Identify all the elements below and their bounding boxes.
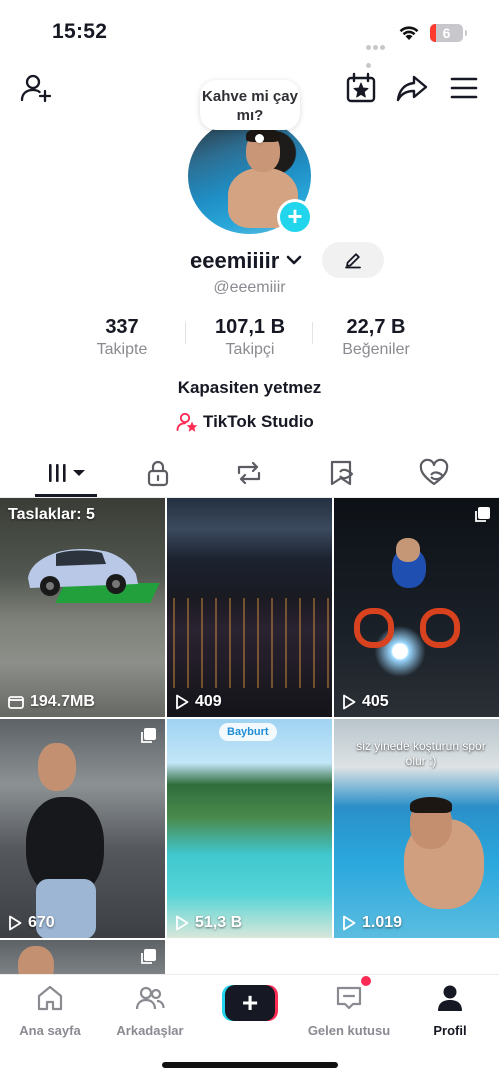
note-bubble-tail (255, 134, 264, 143)
studio-icon (176, 412, 198, 432)
battery-tip (465, 30, 467, 36)
tile-image-detail (396, 538, 420, 562)
nav-label: Arkadaşlar (116, 1023, 184, 1038)
stat-value: 337 (105, 316, 139, 338)
tile-stat: 1.019 (342, 914, 402, 932)
tile-stat: 405 (342, 693, 389, 711)
lock-icon[interactable] (142, 458, 174, 488)
play-icon (176, 915, 189, 931)
tile-image-detail (354, 608, 394, 648)
videos-grid-icon[interactable] (46, 458, 88, 488)
add-story-button[interactable]: + (277, 199, 313, 235)
calendar-icon[interactable] (345, 72, 377, 104)
nav-inbox[interactable]: Gelen kutusu (304, 983, 394, 1038)
battery-icon: 6 (430, 24, 463, 42)
play-icon (343, 694, 356, 710)
profile-tabs (0, 450, 499, 498)
tile-stat: 51,3 B (175, 914, 242, 932)
video-tile[interactable]: 670 (0, 719, 165, 938)
active-tab-indicator (35, 494, 97, 497)
chevron-down-icon[interactable] (285, 253, 303, 267)
tile-image-detail (18, 946, 54, 974)
tile-caption: siz yinede koşturun spor olur :) (356, 739, 486, 768)
nav-friends[interactable]: Arkadaşlar (110, 983, 190, 1038)
create-button[interactable]: + (222, 985, 278, 1021)
tile-image-detail (420, 608, 460, 648)
stat-following[interactable]: 337 Takipte (72, 316, 172, 359)
edit-profile-button[interactable] (322, 242, 384, 278)
status-time: 15:52 (52, 20, 108, 43)
stat-value: 22,7 B (346, 316, 406, 338)
saved-icon[interactable] (326, 458, 358, 488)
video-tile[interactable]: 405 (334, 498, 499, 717)
stat-divider (185, 322, 186, 344)
nav-label: Ana sayfa (19, 1023, 81, 1038)
nav-home[interactable]: Ana sayfa (14, 983, 86, 1038)
username[interactable]: eeemiiiir (190, 248, 279, 274)
bio: Kapasiten yetmez (177, 378, 322, 397)
video-tile[interactable]: Bayburt 51,3 B (167, 719, 332, 938)
video-tile[interactable] (0, 940, 165, 974)
battery-level: 6 (442, 25, 451, 41)
friends-icon (135, 986, 165, 1010)
carousel-icon (141, 949, 156, 964)
status-bar: 15:52 6 (0, 0, 499, 68)
nav-label: Gelen kutusu (307, 1023, 391, 1038)
notification-dot (361, 976, 371, 986)
add-user-icon[interactable] (20, 72, 52, 104)
tile-image-detail (38, 743, 76, 791)
stat-label: Takipçi (225, 341, 275, 358)
profile-icon (438, 985, 462, 1011)
video-tile[interactable]: siz yinede koşturun spor olur :) 1.019 (334, 719, 499, 938)
video-tile[interactable]: 409 (167, 498, 332, 717)
tile-stat-value: 670 (28, 914, 55, 931)
carousel-icon (141, 728, 156, 743)
user-handle: @eeemiiir (213, 279, 286, 296)
play-icon (9, 915, 22, 931)
tile-stat-value: 409 (195, 693, 222, 710)
tile-stat-value: 405 (362, 693, 389, 710)
home-icon (37, 985, 63, 1011)
stat-value: 107,1 B (214, 316, 286, 338)
nav-label: Profil (433, 1023, 467, 1038)
folder-icon (8, 696, 24, 709)
tile-stat-value: 51,3 B (195, 914, 243, 931)
drafts-tile[interactable]: Taslaklar: 5 194.7MB (0, 498, 165, 717)
wifi-icon (399, 26, 419, 40)
drafts-label: Taslaklar: 5 (8, 506, 95, 523)
inbox-icon (336, 986, 362, 1010)
stat-followers[interactable]: 107,1 B Takipçi (200, 316, 300, 359)
signal-icon (366, 37, 390, 68)
tile-stat: 194.7MB (8, 693, 95, 711)
menu-icon[interactable] (448, 72, 480, 104)
home-indicator (162, 1062, 338, 1068)
pencil-icon (345, 253, 361, 269)
carousel-icon (475, 507, 490, 522)
tile-stat: 670 (8, 914, 55, 932)
location-chip: Bayburt (219, 723, 277, 741)
stat-divider (312, 322, 313, 344)
nav-profile[interactable]: Profil (420, 983, 480, 1038)
stat-label: Takipte (96, 341, 148, 358)
stat-likes[interactable]: 22,7 B Beğeniler (326, 316, 426, 359)
tile-image-detail (410, 797, 452, 813)
note-bubble[interactable]: Kahve mi çay mı? (200, 80, 300, 130)
tile-stat-value: 1.019 (362, 914, 403, 931)
tile-image-detail (167, 598, 332, 688)
stat-label: Beğeniler (342, 341, 410, 358)
tile-stat-value: 194.7MB (30, 693, 95, 710)
play-icon (176, 694, 189, 710)
share-icon[interactable] (396, 72, 428, 104)
plus-icon: + (225, 985, 275, 1021)
play-icon (343, 915, 356, 931)
tile-stat: 409 (175, 693, 222, 711)
liked-icon[interactable] (418, 458, 450, 488)
car-thumbnail (28, 549, 138, 596)
repost-icon[interactable] (233, 458, 265, 488)
studio-label: TikTok Studio (203, 412, 314, 431)
